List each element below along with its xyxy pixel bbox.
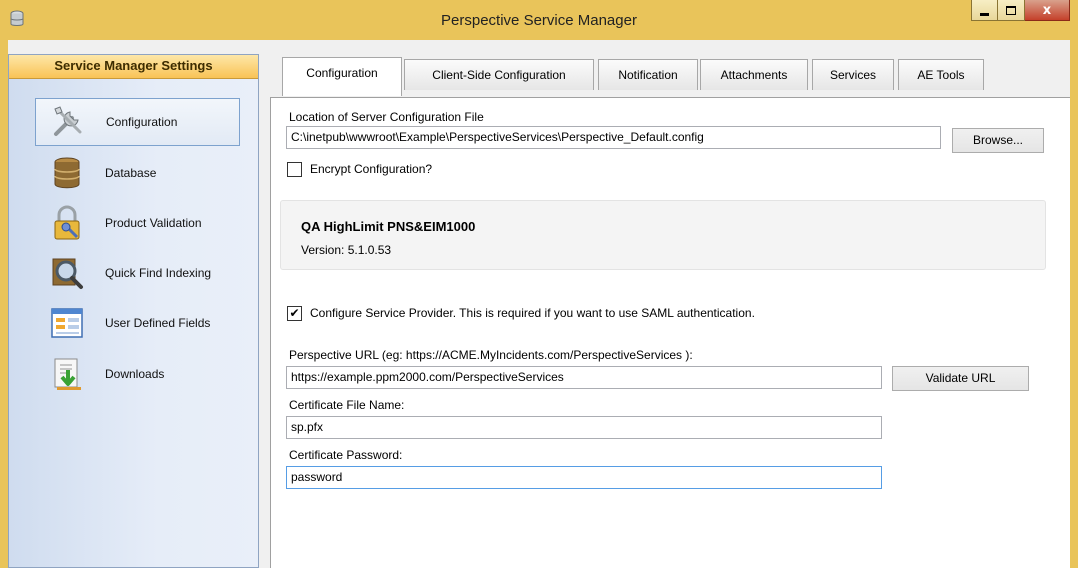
config-file-path-field[interactable]: C:\inetpub\wwwroot\Example\PerspectiveSe… [286, 126, 941, 149]
validate-url-button[interactable]: Validate URL [892, 366, 1029, 391]
sidebar-item-label: Downloads [105, 367, 165, 381]
browse-button[interactable]: Browse... [952, 128, 1044, 153]
product-version: Version: 5.1.0.53 [301, 243, 392, 257]
sidebar-item-quick-find-indexing[interactable]: Quick Find Indexing [35, 249, 240, 297]
padlock-key-icon [54, 205, 80, 240]
download-icon [54, 358, 81, 390]
sidebar-item-product-validation[interactable]: Product Validation [35, 199, 240, 247]
tab-label: Client-Side Configuration [432, 68, 566, 82]
minimize-button[interactable] [971, 0, 998, 21]
title-bar[interactable]: Perspective Service Manager x [0, 0, 1078, 40]
certificate-password-label: Certificate Password: [289, 448, 403, 462]
settings-sidebar: Service Manager Settings Configuration D… [8, 54, 259, 568]
tab-notification[interactable]: Notification [598, 59, 698, 90]
sidebar-item-downloads[interactable]: Downloads [35, 350, 240, 398]
database-icon [54, 157, 80, 189]
magnifier-icon [52, 258, 83, 289]
location-label: Location of Server Configuration File [289, 110, 484, 124]
tab-services[interactable]: Services [812, 59, 894, 90]
sidebar-item-label: User Defined Fields [105, 316, 211, 330]
tools-icon [54, 106, 82, 136]
certificate-file-field[interactable]: sp.pfx [286, 416, 882, 439]
tab-label: Configuration [306, 66, 378, 80]
configure-service-provider-checkbox[interactable]: ✔ [287, 306, 302, 321]
tab-label: Notification [618, 68, 678, 82]
tab-client-side-configuration[interactable]: Client-Side Configuration [404, 59, 594, 90]
sidebar-item-label: Configuration [106, 115, 178, 129]
encrypt-configuration-checkbox[interactable] [287, 162, 302, 177]
close-icon: x [1042, 2, 1052, 18]
sidebar-item-user-defined-fields[interactable]: User Defined Fields [35, 299, 240, 347]
maximize-button[interactable] [998, 0, 1025, 21]
encrypt-label: Encrypt Configuration? [310, 162, 433, 176]
tab-configuration[interactable]: Configuration [282, 57, 402, 96]
sidebar-item-label: Database [105, 166, 157, 180]
tab-label: Services [829, 68, 876, 82]
tab-label: Attachments [720, 68, 788, 82]
close-button[interactable]: x [1025, 0, 1070, 21]
maximize-icon [1006, 5, 1016, 15]
sidebar-item-label: Quick Find Indexing [105, 266, 212, 280]
sidebar-item-label: Product Validation [105, 216, 202, 230]
tab-label: AE Tools [917, 68, 965, 82]
minimize-icon [980, 12, 989, 16]
tab-attachments[interactable]: Attachments [700, 59, 808, 90]
perspective-url-label: Perspective URL (eg: https://ACME.MyInci… [289, 348, 693, 362]
sidebar-item-configuration[interactable]: Configuration [35, 98, 240, 146]
window-controls: x [971, 0, 1070, 21]
tab-ae-tools[interactable]: AE Tools [898, 59, 984, 90]
sidebar-item-database[interactable]: Database [35, 149, 240, 197]
certificate-file-label: Certificate File Name: [289, 398, 405, 412]
service-provider-label: Configure Service Provider. This is requ… [310, 306, 755, 320]
checkmark-icon: ✔ [289, 306, 300, 320]
sidebar-header: Service Manager Settings [9, 55, 258, 79]
window-title: Perspective Service Manager [441, 12, 637, 29]
perspective-url-field[interactable]: https://example.ppm2000.com/PerspectiveS… [286, 366, 882, 389]
certificate-password-field[interactable]: password [286, 466, 882, 489]
product-info-box: QA HighLimit PNS&EIM1000 Version: 5.1.0.… [280, 200, 1046, 270]
product-name: QA HighLimit PNS&EIM1000 [301, 219, 476, 234]
form-fields-icon [51, 308, 83, 338]
